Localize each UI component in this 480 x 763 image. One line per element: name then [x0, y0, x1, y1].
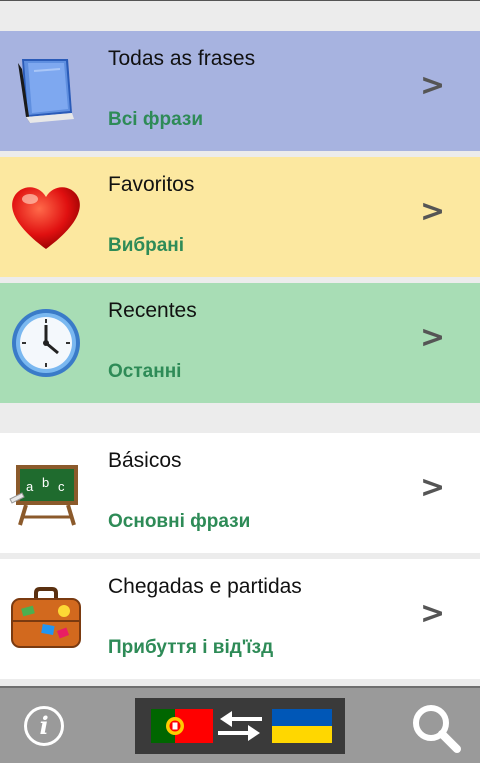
svg-text:b: b	[42, 475, 49, 490]
menu-item-recent[interactable]: Recentes Останні >	[0, 283, 480, 403]
svg-text:a: a	[26, 479, 34, 494]
chevron-right-icon: >	[420, 596, 446, 631]
top-divider	[0, 0, 480, 1]
menu-item-subtitle: Прибуття і від'їзд	[108, 637, 274, 658]
menu-item-title: Todas as frases	[108, 47, 256, 70]
search-button[interactable]	[410, 702, 462, 754]
svg-text:c: c	[58, 479, 65, 494]
swap-arrows-icon	[218, 711, 262, 741]
menu-item-subtitle: Останні	[108, 361, 182, 382]
info-button[interactable]: i	[24, 706, 64, 746]
menu-item-title: Chegadas e partidas	[108, 575, 302, 598]
chevron-right-icon: >	[420, 470, 446, 505]
search-icon	[413, 705, 461, 753]
menu-item-all-phrases[interactable]: Todas as frases Всі фрази >	[0, 31, 480, 151]
menu-item-favorites[interactable]: Favoritos Вибрані >	[0, 157, 480, 277]
menu-item-title: Básicos	[108, 449, 182, 472]
language-switch-button[interactable]	[135, 698, 345, 754]
suitcase-icon	[8, 581, 84, 657]
chevron-right-icon: >	[420, 68, 446, 103]
menu-item-subtitle: Всі фрази	[108, 109, 203, 130]
bottom-toolbar: i	[0, 686, 480, 763]
menu-item-subtitle: Вибрані	[108, 235, 185, 256]
info-icon: i	[39, 711, 49, 740]
chevron-right-icon: >	[420, 320, 446, 355]
heart-icon	[6, 179, 86, 255]
book-icon	[8, 53, 84, 129]
portugal-flag-icon	[151, 709, 213, 743]
menu-item-title: Favoritos	[108, 173, 195, 196]
chevron-right-icon: >	[420, 194, 446, 229]
chalkboard-icon: a b c	[8, 455, 84, 531]
clock-icon	[8, 305, 84, 381]
menu-item-title: Recentes	[108, 299, 197, 322]
ukraine-flag-icon	[272, 709, 332, 743]
menu-item-arrivals-departures[interactable]: Chegadas e partidas Прибуття і від'їзд >	[0, 559, 480, 679]
menu-item-basics[interactable]: a b c Básicos Основні фрази >	[0, 433, 480, 553]
menu-item-subtitle: Основні фрази	[108, 511, 251, 532]
